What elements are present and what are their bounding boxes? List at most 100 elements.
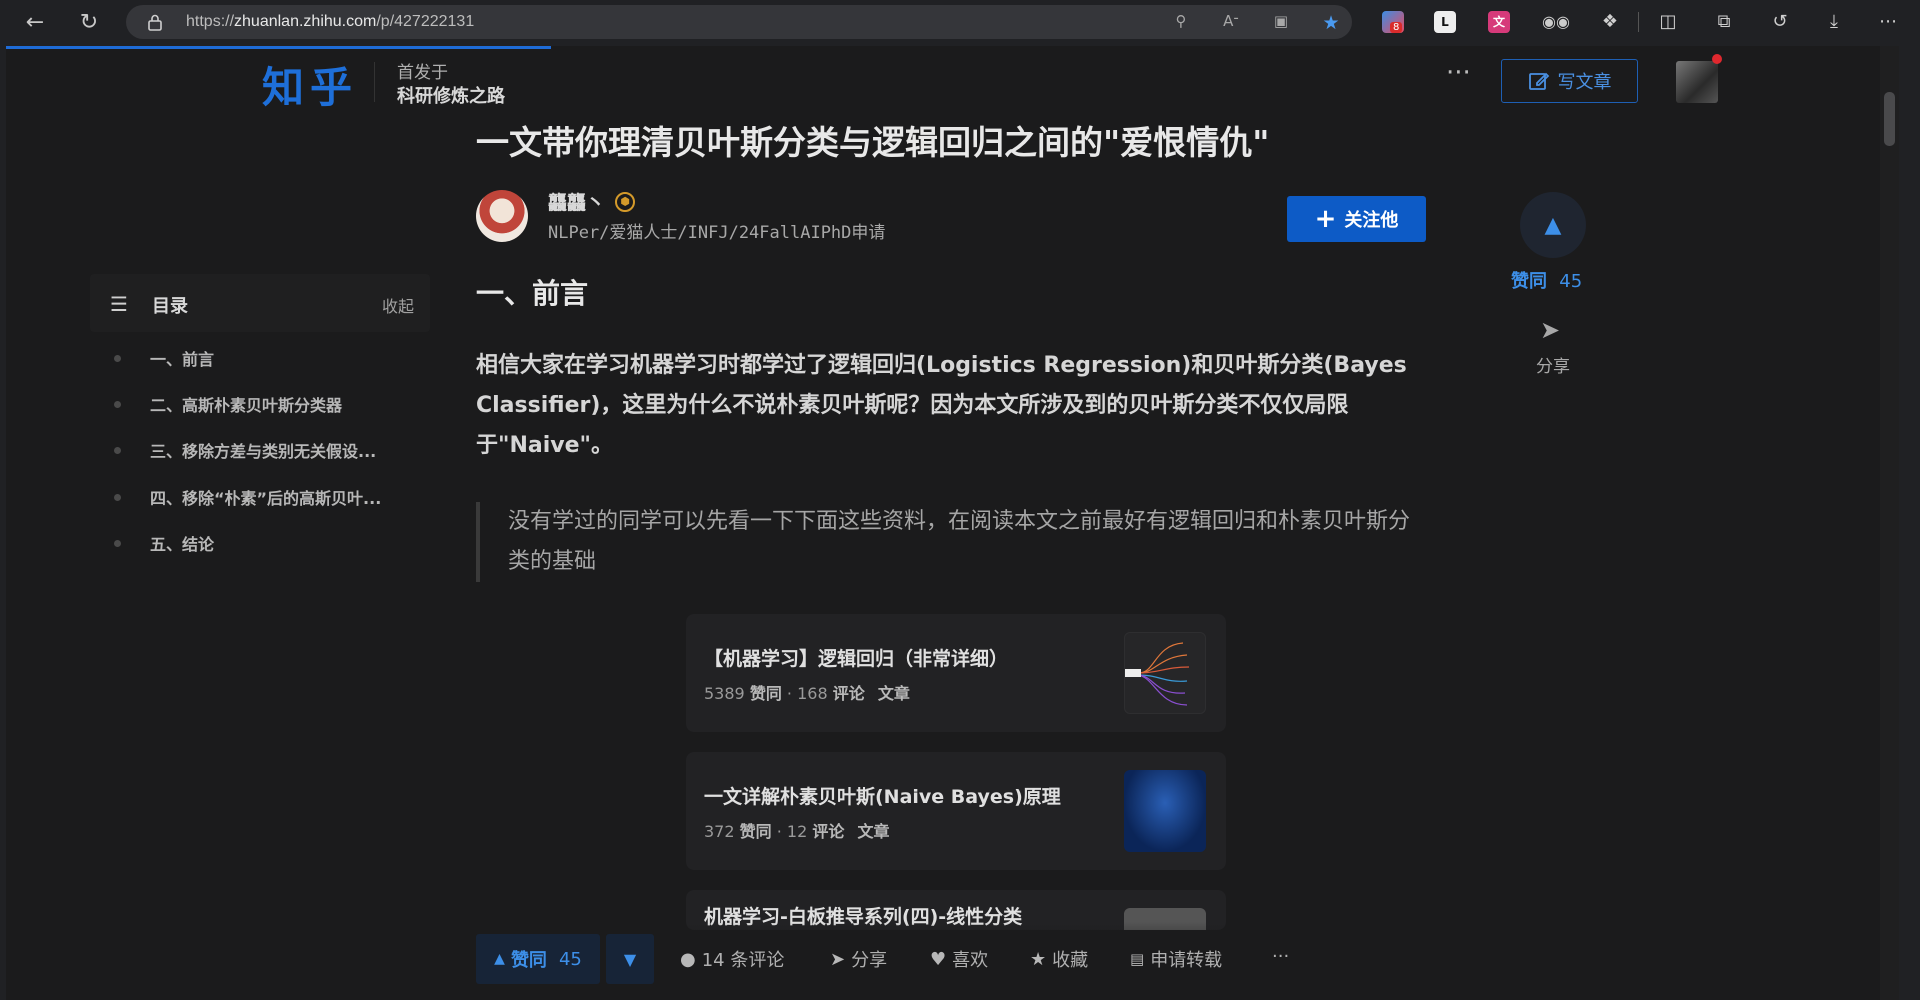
read-aloud-icon[interactable]: A־ <box>1220 12 1242 32</box>
upvote-button[interactable]: ▲ 赞同 45 <box>476 934 600 984</box>
page-content: 知乎 首发于 科研修炼之路 ··· 写文章 一文带你理清贝叶斯分类与逻辑回归之间… <box>6 46 1899 1000</box>
zoom-icon[interactable]: ⚲ <box>1170 12 1192 32</box>
toc-bullet <box>114 540 121 547</box>
intro-paragraph: 相信大家在学习机器学习时都学过了逻辑回归(Logistics Regressio… <box>476 353 1407 458</box>
more-options-button[interactable]: ··· <box>1446 58 1471 88</box>
split-screen-icon[interactable]: ◫ <box>1656 10 1680 34</box>
toc-item[interactable]: 三、移除方差与类别无关假设... <box>110 438 410 462</box>
toc-bullet <box>114 447 121 454</box>
extension-badge: 8 <box>1390 22 1403 33</box>
extensions-icon[interactable]: ❖ <box>1598 10 1622 34</box>
reading-progress-bar <box>6 46 551 49</box>
share-label: 分享 <box>851 950 888 971</box>
author-name[interactable]: 龘龘丶 <box>548 188 605 215</box>
card-likes: 372 <box>704 822 735 841</box>
translate-extension-icon[interactable]: 文 <box>1488 11 1510 33</box>
downvote-button[interactable]: ▼ <box>606 934 654 984</box>
history-icon[interactable]: ↺ <box>1768 10 1792 34</box>
menu-icon[interactable]: ⋯ <box>1876 10 1900 34</box>
upvote-icon: ▲ <box>494 951 505 967</box>
edit-icon <box>1528 72 1549 90</box>
card-likes-label: 赞同 <box>739 822 772 841</box>
card-title: 【机器学习】逻辑回归（非常详细） <box>704 648 1009 670</box>
repost-button[interactable]: ▤ 申请转载 <box>1130 946 1222 972</box>
toc-item-label: 二、高斯朴素贝叶斯分类器 <box>150 396 343 415</box>
link-card[interactable]: 一文详解朴素贝叶斯(Naive Bayes)原理 372 赞同 · 12 评论 … <box>686 752 1226 870</box>
favorite-button[interactable]: ★ 收藏 <box>1030 946 1088 972</box>
scroll-thumb[interactable] <box>1884 92 1895 146</box>
lock-icon[interactable] <box>148 14 162 31</box>
card-comments: 12 <box>786 822 808 841</box>
column-name-link[interactable]: 科研修炼之路 <box>397 82 505 108</box>
side-vote-count: 45 <box>1559 271 1583 292</box>
author-bio: NLPer/爱猫人士/INFJ/24FallAIPhD申请 <box>548 223 886 243</box>
section-heading: 一、前言 <box>476 277 589 310</box>
card-thumbnail <box>1124 632 1206 714</box>
repost-label: 申请转载 <box>1150 950 1223 971</box>
upvote-icon: ▲ <box>1544 212 1562 238</box>
toc-item[interactable]: 二、高斯朴素贝叶斯分类器 <box>110 392 410 416</box>
author-avatar[interactable] <box>476 190 528 242</box>
side-share-label[interactable]: 分享 <box>1536 352 1570 377</box>
card-likes: 5389 <box>704 684 745 703</box>
upvote-label: 赞同 <box>510 950 547 971</box>
share-button[interactable]: ➤ 分享 <box>830 946 887 972</box>
toc-item[interactable]: 五、结论 <box>110 531 410 555</box>
author-badge-icon[interactable]: ⬢ <box>615 191 636 212</box>
toolbar-divider <box>1638 12 1639 32</box>
collections-icon[interactable]: ⧉ <box>1712 10 1736 34</box>
published-in-label: 首发于 <box>397 63 448 83</box>
link-card[interactable]: 【机器学习】逻辑回归（非常详细） 5389 赞同 · 168 评论 文章 <box>686 614 1226 732</box>
address-bar[interactable]: https://zhuanlan.zhihu.com/p/427222131 ⚲… <box>126 5 1352 39</box>
follow-label: 关注他 <box>1344 210 1399 231</box>
write-article-button[interactable]: 写文章 <box>1501 59 1638 103</box>
notification-dot <box>1712 54 1722 64</box>
header-divider <box>374 62 375 102</box>
toc-item-label: 三、移除方差与类别无关假设... <box>150 442 377 461</box>
card-type: 文章 <box>857 822 890 841</box>
comment-icon: ● <box>680 948 696 970</box>
blockquote: 没有学过的同学可以先看一下下面这些资料，在阅读本文之前最好有逻辑回归和朴素贝叶斯… <box>476 502 1426 582</box>
more-actions-button[interactable]: ··· <box>1272 946 1289 967</box>
card-title: 一文详解朴素贝叶斯(Naive Bayes)原理 <box>704 786 1061 808</box>
card-thumbnail <box>1124 770 1206 852</box>
extension-icon-2[interactable]: L <box>1434 11 1456 33</box>
comments-label: 14 条评论 <box>701 950 785 971</box>
download-icon[interactable]: ⤓ <box>1822 10 1846 34</box>
toc-item-label: 一、前言 <box>150 350 215 369</box>
toc-item[interactable]: 四、移除“朴素”后的高斯贝叶... <box>110 485 410 509</box>
immersive-reader-icon[interactable]: ▣ <box>1270 12 1292 32</box>
comments-button[interactable]: ● 14 条评论 <box>680 946 784 972</box>
toc-bullet <box>114 401 121 408</box>
back-icon[interactable]: ← <box>20 8 50 36</box>
follow-button[interactable]: + 关注他 <box>1287 196 1426 242</box>
toc-item-label: 五、结论 <box>150 535 215 554</box>
upvote-count: 45 <box>558 948 582 970</box>
toc-item[interactable]: 一、前言 <box>110 346 410 370</box>
side-vote-text: 赞同 <box>1511 271 1547 292</box>
toc-collapse-button[interactable]: 收起 <box>382 293 414 317</box>
share-icon[interactable]: ➤ <box>1540 316 1560 344</box>
side-upvote-label[interactable]: 赞同 45 <box>1511 267 1582 293</box>
toc-item-label: 四、移除“朴素”后的高斯贝叶... <box>150 489 382 508</box>
scrollbar[interactable] <box>1880 46 1899 1000</box>
user-avatar[interactable] <box>1676 61 1718 103</box>
like-button[interactable]: ♥ 喜欢 <box>930 946 988 972</box>
favorite-star-icon[interactable]: ★ <box>1320 12 1342 34</box>
card-type: 文章 <box>877 684 910 703</box>
zhihu-logo[interactable]: 知乎 <box>262 54 358 115</box>
toc-bullet <box>114 494 121 501</box>
share-icon: ➤ <box>830 948 846 970</box>
toc-bullet <box>114 355 121 362</box>
repost-icon: ▤ <box>1130 950 1145 968</box>
side-upvote-button[interactable]: ▲ <box>1520 192 1586 258</box>
extension-icon-4[interactable]: ◉◉ <box>1542 11 1570 33</box>
card-comments-label: 评论 <box>832 684 865 703</box>
url-text[interactable]: https://zhuanlan.zhihu.com/p/427222131 <box>186 13 474 31</box>
toc-title: 目录 <box>152 296 188 317</box>
refresh-icon[interactable]: ↻ <box>74 8 104 36</box>
author-name-row: 龘龘丶 ⬢ <box>548 188 636 215</box>
like-label: 喜欢 <box>952 950 989 971</box>
browser-toolbar: ← ↻ https://zhuanlan.zhihu.com/p/4272221… <box>0 0 1920 44</box>
article-title: 一文带你理清贝叶斯分类与逻辑回归之间的"爱恨情仇" <box>476 123 1270 162</box>
